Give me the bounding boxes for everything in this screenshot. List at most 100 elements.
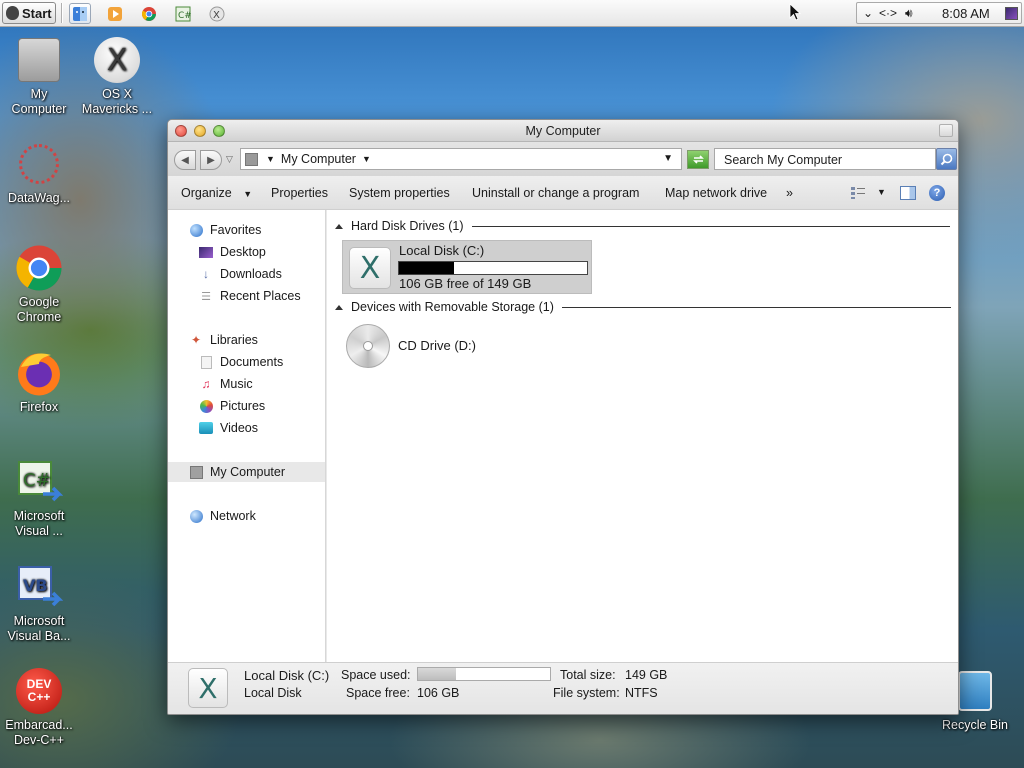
show-desktop-icon[interactable] (1005, 7, 1018, 20)
csharp-icon[interactable]: C# (172, 3, 194, 24)
my-computer-window: My Computer ◀ ▶ ▽ ▼ My Computer ▼ ▼ Sear… (167, 119, 959, 715)
navigation-bar: ◀ ▶ ▽ ▼ My Computer ▼ ▼ Search My Comput… (168, 142, 958, 176)
back-button[interactable]: ◀ (174, 150, 196, 170)
forward-button[interactable]: ▶ (200, 150, 222, 170)
desktop-icon-label: DataWag... (7, 191, 71, 205)
download-arrow-icon: ↓ (203, 267, 209, 281)
properties-button[interactable]: Properties (271, 186, 328, 200)
recent-pages-dropdown[interactable]: ▽ (226, 154, 233, 165)
content-pane: Hard Disk Drives (1) X Local Disk (C:) 1… (327, 210, 958, 662)
firefox-icon (15, 349, 63, 397)
preview-pane-icon[interactable] (900, 186, 916, 200)
address-dropdown-icon[interactable]: ▼ (663, 153, 673, 164)
nav-label: My Computer (210, 465, 286, 479)
csharp-icon: C# (15, 458, 63, 506)
title-bar[interactable]: My Computer (168, 120, 958, 142)
start-button[interactable]: Start (2, 2, 56, 24)
documents-icon (198, 354, 214, 370)
more-commands-button[interactable]: » (786, 186, 793, 200)
music-icon: ♫ (201, 377, 211, 391)
datawag-icon (15, 140, 63, 188)
breadcrumb-chevron-icon[interactable]: ▼ (266, 154, 275, 164)
volume-icon[interactable]: 🔊︎ (905, 6, 913, 21)
nav-item-desktop[interactable]: Desktop (168, 242, 325, 262)
group-header-removable-storage[interactable]: Devices with Removable Storage (1) (335, 300, 951, 314)
space-free-value: 106 GB (417, 686, 460, 700)
devcpp-icon: DEV C++ (15, 667, 63, 715)
address-bar[interactable]: ▼ My Computer ▼ ▼ (240, 148, 682, 170)
breadcrumb-chevron-icon[interactable]: ▼ (362, 154, 371, 164)
nav-item-music[interactable]: ♫ Music (168, 374, 325, 394)
organize-menu[interactable]: Organize ▼ (181, 186, 252, 200)
finder-icon[interactable] (69, 3, 91, 24)
drive-cd-d[interactable]: CD Drive (D:) (346, 322, 496, 370)
nav-label: Music (220, 377, 253, 391)
apple-icon (6, 6, 19, 20)
osx-icon[interactable]: X (206, 3, 228, 24)
desktop-icon-visual-basic[interactable]: VB Microsoft Visual Ba... (0, 563, 79, 644)
space-free-label: Space free: (346, 686, 410, 700)
space-used-bar (417, 667, 551, 681)
chevron-down-icon[interactable]: ⌄ (863, 6, 873, 20)
search-input[interactable]: Search My Computer (714, 148, 936, 170)
nav-item-libraries[interactable]: ✦ Libraries (168, 330, 325, 350)
nav-label: Pictures (220, 399, 266, 413)
group-header-hard-disk-drives[interactable]: Hard Disk Drives (1) (335, 219, 950, 233)
nav-item-pictures[interactable]: Pictures (168, 396, 325, 416)
desktop-icon-devcpp[interactable]: DEV C++ Embarcad... Dev-C++ (0, 667, 79, 748)
details-pane: X Local Disk (C:) Local Disk Space used:… (168, 662, 958, 714)
nav-label: Libraries (210, 333, 258, 347)
search-icon[interactable] (936, 148, 957, 170)
change-view-icon[interactable] (850, 186, 866, 200)
nav-label: Videos (220, 421, 258, 435)
network-code-icon[interactable]: <·> (879, 6, 897, 20)
navigation-pane: Favorites Desktop ↓ Downloads ☰ Recent P… (168, 210, 326, 662)
nav-label: Downloads (220, 267, 282, 281)
nav-item-documents[interactable]: Documents (168, 352, 325, 372)
group-header-label: Devices with Removable Storage (1) (351, 300, 554, 314)
collapse-triangle-icon (335, 223, 343, 229)
toolbar-toggle-button[interactable] (939, 124, 953, 137)
desktop-icon-label: My Computer (11, 87, 67, 116)
nav-item-my-computer[interactable]: My Computer (168, 462, 325, 482)
help-icon[interactable]: ? (929, 185, 945, 201)
nav-label: Network (210, 509, 256, 523)
drive-local-disk-c[interactable]: X Local Disk (C:) 106 GB free of 149 GB (342, 240, 592, 294)
nav-item-downloads[interactable]: ↓ Downloads (168, 264, 325, 284)
drive-free-text: 106 GB free of 149 GB (399, 276, 532, 291)
system-tray: ⌄ <·> 🔊︎ 8:08 AM (856, 2, 1022, 24)
details-drive-type: Local Disk (244, 686, 302, 700)
chrome-icon[interactable] (138, 3, 160, 24)
desktop-icon-my-computer[interactable]: My Computer (0, 36, 79, 117)
network-globe-icon (188, 508, 204, 524)
chevron-down-icon: ▼ (243, 189, 253, 199)
libraries-icon: ✦ (190, 333, 202, 347)
chrome-icon (15, 244, 63, 292)
view-dropdown-icon[interactable]: ▼ (877, 187, 886, 197)
desktop-icon-google-chrome[interactable]: Google Chrome (0, 244, 79, 325)
clock[interactable]: 8:08 AM (942, 6, 990, 21)
nav-label: Documents (220, 355, 284, 369)
nav-item-videos[interactable]: Videos (168, 418, 325, 438)
refresh-button[interactable] (687, 150, 709, 169)
details-drive-name: Local Disk (C:) (244, 668, 330, 683)
map-network-drive-button[interactable]: Map network drive (665, 186, 767, 200)
file-system-value: NTFS (625, 686, 658, 700)
nav-label: Recent Places (220, 289, 301, 303)
desktop-icon-label: Firefox (19, 400, 59, 414)
media-player-icon[interactable] (104, 3, 126, 24)
desktop-icon-visual-csharp[interactable]: C# Microsoft Visual ... (0, 458, 79, 539)
uninstall-program-button[interactable]: Uninstall or change a program (472, 186, 639, 200)
breadcrumb-my-computer[interactable]: My Computer (281, 152, 356, 166)
nav-item-recent-places[interactable]: ☰ Recent Places (168, 286, 325, 306)
desktop-icon-datawag[interactable]: DataWag... (0, 140, 79, 206)
pictures-icon (198, 398, 214, 414)
nav-item-favorites[interactable]: Favorites (168, 220, 325, 240)
desktop-icon-label: Recycle Bin (942, 718, 1008, 732)
system-properties-button[interactable]: System properties (349, 186, 450, 200)
osx-x-icon: X (93, 36, 141, 84)
desktop-icon-firefox[interactable]: Firefox (0, 349, 79, 415)
nav-item-network[interactable]: Network (168, 506, 325, 526)
desktop-icon-osx-mavericks[interactable]: X OS X Mavericks ... (77, 36, 157, 117)
desktop-icon-label: Embarcad... Dev-C++ (5, 718, 73, 747)
